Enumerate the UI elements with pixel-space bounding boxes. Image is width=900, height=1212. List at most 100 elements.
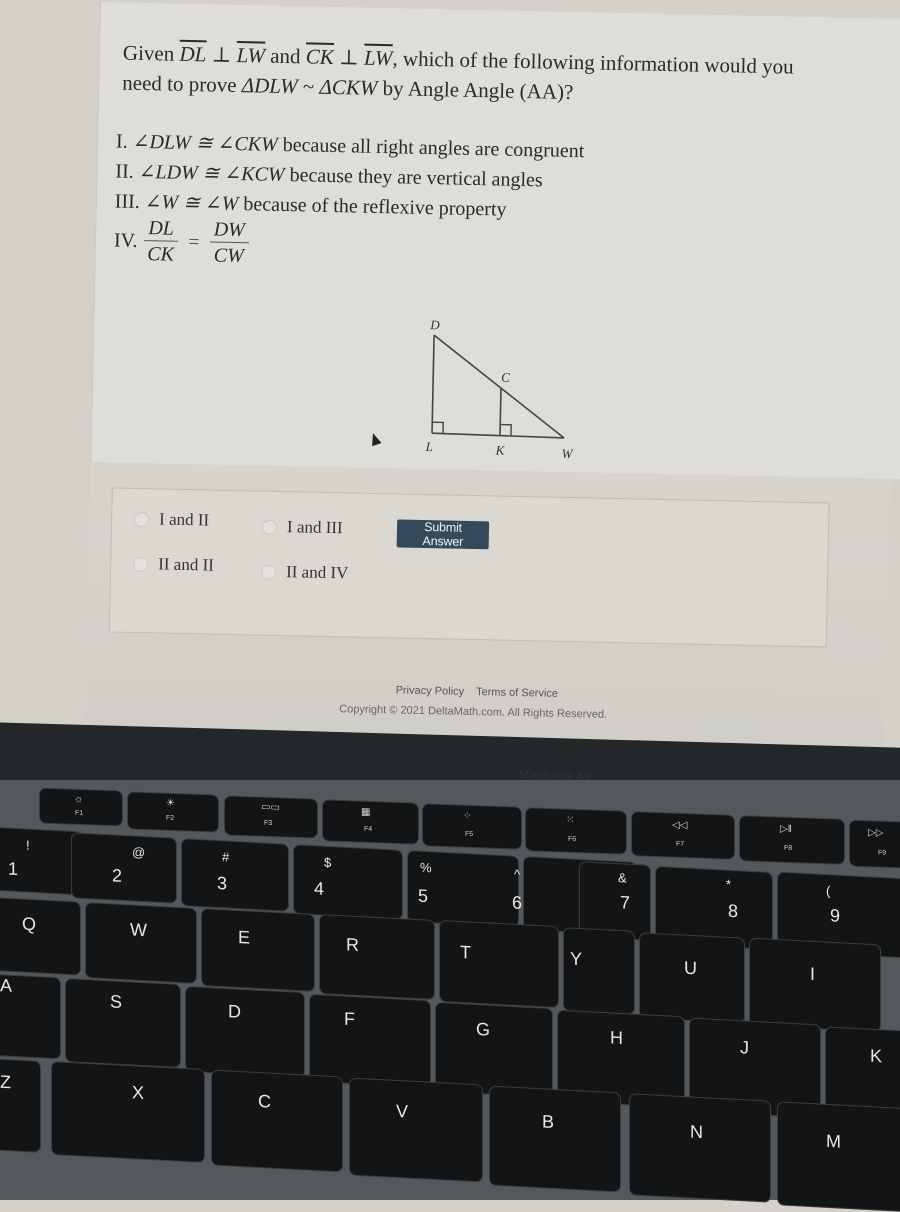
mouse-cursor-icon (368, 431, 382, 447)
triangle-svg: D C L K W (425, 317, 574, 461)
radio-button[interactable] (133, 556, 149, 572)
key-label: 6 (512, 892, 523, 913)
key-label: F (344, 1008, 355, 1030)
key-g[interactable]: G (436, 1002, 552, 1098)
key-label: R (346, 934, 359, 956)
right-angle-mark-k (500, 423, 512, 436)
statement-expr: ∠W ≅ ∠W (144, 191, 239, 216)
key-f4[interactable]: ▦ F4 (323, 800, 418, 844)
statement-reason: because of the reflexive property (243, 193, 507, 221)
statement-expr: ∠LDW ≅ ∠KCW (138, 160, 285, 186)
key-f1[interactable]: ☼ F1 (40, 788, 122, 826)
fraction-numerator: DW (209, 218, 250, 244)
play-pause-icon: ▷‖ (780, 823, 792, 835)
key-shift-label: $ (324, 854, 332, 871)
statement-reason: because all right angles are congruent (282, 133, 585, 163)
key-label: T (460, 941, 471, 963)
key-a[interactable]: A (0, 973, 60, 1059)
segment-dw-line (433, 334, 565, 439)
key-t[interactable]: T (440, 920, 558, 1008)
radio-button[interactable] (134, 511, 150, 527)
similar-symbol: ~ (302, 74, 315, 99)
key-r[interactable]: R (320, 915, 434, 999)
fraction-denominator: CW (213, 244, 244, 268)
key-4[interactable]: $ 4 (294, 845, 402, 919)
key-2[interactable]: @ 2 (72, 833, 176, 903)
key-u[interactable]: U (640, 933, 744, 1023)
statement-numeral: I. (115, 130, 128, 153)
equals-sign: = (187, 230, 200, 254)
footer-links: Privacy Policy Terms of Service (396, 684, 559, 699)
statement-numeral: III. (114, 190, 141, 213)
key-z[interactable]: Z (0, 1058, 40, 1152)
triangle-dlw: ΔDLW (241, 73, 298, 99)
key-f5[interactable]: ⁘ F5 (423, 804, 521, 849)
key-label: W (130, 919, 147, 941)
point-label-k: K (495, 442, 506, 457)
option-label: II and II (158, 554, 215, 575)
key-b[interactable]: B (490, 1086, 620, 1192)
key-label: U (684, 957, 697, 979)
key-5[interactable]: % 5 (408, 851, 518, 927)
key-shift-label: # (222, 849, 230, 865)
key-shift-label: % (420, 859, 432, 876)
key-v[interactable]: V (350, 1078, 482, 1182)
key-s[interactable]: S (66, 979, 180, 1067)
key-3[interactable]: # 3 (182, 839, 288, 911)
key-i[interactable]: I (750, 938, 880, 1032)
key-y[interactable]: Y (564, 928, 634, 1014)
mission-control-icon: ▭▭ (261, 801, 280, 814)
copyright-text: Copyright © 2021 DeltaMath.com. All Righ… (339, 703, 608, 721)
question-prefix: Given (122, 40, 175, 66)
statement-reason: because they are vertical angles (289, 164, 543, 192)
option-i-and-ii[interactable]: I and II (134, 509, 209, 531)
keyboard-brightness-up-icon: ⁙ (566, 814, 575, 826)
key-q[interactable]: Q (0, 897, 80, 975)
key-c[interactable]: C (212, 1070, 342, 1172)
key-f6[interactable]: ⁙ F6 (526, 808, 626, 854)
point-label-l: L (425, 439, 434, 454)
launchpad-icon: ▦ (361, 806, 371, 818)
triangle-diagram: D C L K W (391, 308, 594, 472)
key-label: G (476, 1019, 491, 1040)
segment-dl-line (431, 335, 435, 434)
brightness-up-icon: ☀ (166, 797, 175, 810)
terms-of-service-link[interactable]: Terms of Service (476, 686, 558, 700)
radio-button[interactable] (261, 519, 278, 535)
option-ii-and-iv[interactable]: II and IV (260, 562, 349, 584)
key-w[interactable]: W (86, 903, 196, 983)
key-f8[interactable]: ▷‖ F8 (740, 816, 844, 864)
key-label: H (610, 1027, 623, 1049)
key-x[interactable]: X (52, 1062, 204, 1162)
option-ii-and-ii[interactable]: II and II (133, 554, 214, 576)
key-label: 2 (112, 865, 123, 886)
key-d[interactable]: D (186, 986, 304, 1078)
key-1[interactable]: ! 1 (0, 827, 82, 895)
right-angle-mark-l (432, 421, 444, 434)
key-label: K (870, 1045, 883, 1067)
point-label-c: C (501, 370, 510, 385)
statement-numeral: IV. (113, 229, 138, 252)
key-label: D (228, 1001, 241, 1022)
keyboard-brightness-down-icon: ⁘ (463, 810, 472, 822)
key-f3[interactable]: ▭▭ F3 (225, 796, 317, 838)
key-f[interactable]: F (310, 994, 430, 1088)
key-f9[interactable]: ▷▷ F9 (850, 820, 900, 869)
key-label: J (740, 1037, 749, 1058)
key-f7[interactable]: ◁◁ F7 (632, 812, 734, 859)
submit-answer-button[interactable]: Submit Answer (396, 519, 490, 550)
privacy-policy-link[interactable]: Privacy Policy (396, 684, 465, 697)
option-label: I and III (286, 517, 343, 538)
option-i-and-iii[interactable]: I and III (261, 517, 343, 539)
key-f2[interactable]: ☀ F2 (128, 792, 218, 832)
key-label: Q (22, 913, 37, 935)
question-and: and (269, 43, 301, 69)
segment-ck-line (499, 387, 502, 436)
key-label: F8 (784, 844, 793, 853)
key-n[interactable]: N (630, 1094, 770, 1202)
key-m[interactable]: M (778, 1102, 900, 1212)
point-label-d: D (429, 317, 440, 332)
key-e[interactable]: E (202, 909, 314, 991)
radio-button[interactable] (260, 564, 277, 580)
key-7[interactable]: & 7 (580, 862, 650, 940)
